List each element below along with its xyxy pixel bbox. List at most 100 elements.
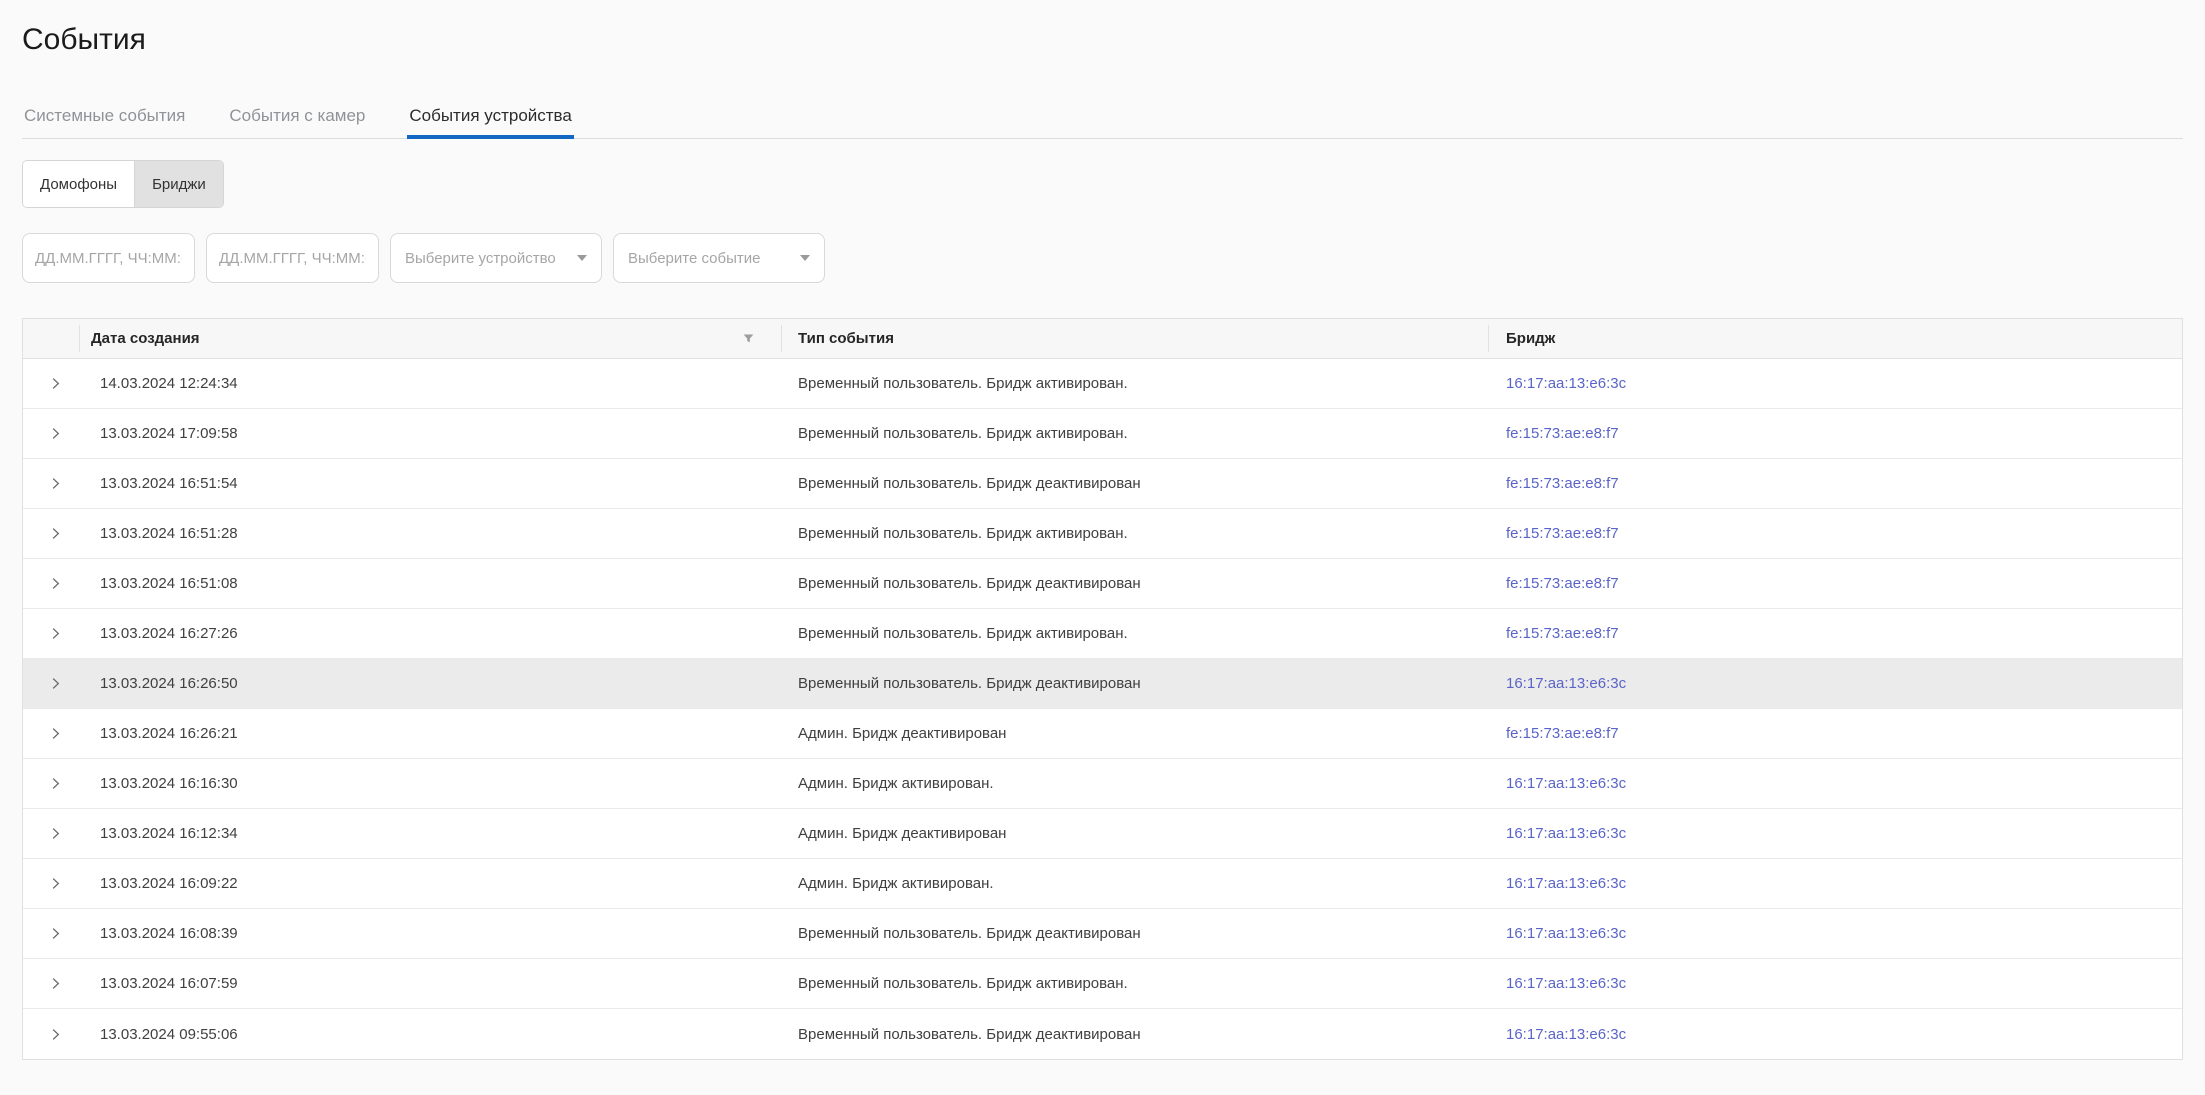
expand-row-button[interactable] — [45, 524, 65, 544]
row-expand-cell — [23, 559, 79, 608]
expand-row-button[interactable] — [45, 1024, 65, 1044]
bridge-link[interactable]: 16:17:aa:13:e6:3c — [1506, 975, 1626, 992]
page-title: События — [22, 22, 2183, 57]
table-row[interactable]: 13.03.2024 16:16:30 Админ. Бридж активир… — [23, 759, 2182, 809]
bridge-link[interactable]: 16:17:aa:13:e6:3c — [1506, 875, 1626, 892]
chevron-right-icon — [48, 576, 63, 591]
bridge-link[interactable]: 16:17:aa:13:e6:3c — [1506, 375, 1626, 392]
tab-device-events[interactable]: События устройства — [407, 106, 573, 138]
chevron-right-icon — [48, 476, 63, 491]
row-event-type: Временный пользователь. Бридж деактивиро… — [781, 459, 1488, 508]
bridge-link[interactable]: 16:17:aa:13:e6:3c — [1506, 675, 1626, 692]
expand-row-button[interactable] — [45, 774, 65, 794]
row-date: 13.03.2024 16:08:39 — [79, 909, 781, 958]
table-row[interactable]: 13.03.2024 16:27:26 Временный пользовате… — [23, 609, 2182, 659]
header-bridge-label: Бридж — [1506, 330, 1555, 347]
date-from-input[interactable] — [22, 233, 195, 283]
row-event-type: Временный пользователь. Бридж активирова… — [781, 359, 1488, 408]
row-date: 13.03.2024 16:12:34 — [79, 809, 781, 858]
bridge-link[interactable]: fe:15:73:ae:e8:f7 — [1506, 625, 1619, 642]
tab-camera-events[interactable]: События с камер — [227, 106, 367, 138]
row-event-type: Временный пользователь. Бридж деактивиро… — [781, 1009, 1488, 1059]
expand-row-button[interactable] — [45, 374, 65, 394]
row-expand-cell — [23, 809, 79, 858]
date-to-input[interactable] — [206, 233, 379, 283]
row-expand-cell — [23, 1009, 79, 1059]
bridge-link[interactable]: 16:17:aa:13:e6:3c — [1506, 825, 1626, 842]
table-row[interactable]: 13.03.2024 16:51:54 Временный пользовате… — [23, 459, 2182, 509]
expand-row-button[interactable] — [45, 574, 65, 594]
row-date: 13.03.2024 16:51:08 — [79, 559, 781, 608]
chevron-right-icon — [48, 726, 63, 741]
row-event-type: Админ. Бридж активирован. — [781, 759, 1488, 808]
tab-system-events[interactable]: Системные события — [22, 106, 187, 138]
expand-row-button[interactable] — [45, 424, 65, 444]
row-date: 13.03.2024 16:26:50 — [79, 659, 781, 708]
expand-row-button[interactable] — [45, 674, 65, 694]
toggle-intercoms-button[interactable]: Домофоны — [23, 161, 134, 207]
row-bridge-cell: 16:17:aa:13:e6:3c — [1488, 759, 2182, 808]
expand-row-button[interactable] — [45, 474, 65, 494]
chevron-right-icon — [48, 626, 63, 641]
expand-row-button[interactable] — [45, 924, 65, 944]
bridge-link[interactable]: 16:17:aa:13:e6:3c — [1506, 925, 1626, 942]
expand-row-button[interactable] — [45, 724, 65, 744]
row-date: 13.03.2024 16:51:28 — [79, 509, 781, 558]
table-row[interactable]: 13.03.2024 16:12:34 Админ. Бридж деактив… — [23, 809, 2182, 859]
table-row[interactable]: 13.03.2024 09:55:06 Временный пользовате… — [23, 1009, 2182, 1059]
row-event-type: Админ. Бридж деактивирован — [781, 709, 1488, 758]
row-bridge-cell: 16:17:aa:13:e6:3c — [1488, 359, 2182, 408]
row-date: 13.03.2024 16:26:21 — [79, 709, 781, 758]
table-row[interactable]: 13.03.2024 16:09:22 Админ. Бридж активир… — [23, 859, 2182, 909]
expand-row-button[interactable] — [45, 874, 65, 894]
chevron-right-icon — [48, 926, 63, 941]
row-bridge-cell: fe:15:73:ae:e8:f7 — [1488, 409, 2182, 458]
table-row[interactable]: 14.03.2024 12:24:34 Временный пользовате… — [23, 359, 2182, 409]
row-date: 13.03.2024 17:09:58 — [79, 409, 781, 458]
row-bridge-cell: fe:15:73:ae:e8:f7 — [1488, 459, 2182, 508]
device-select[interactable]: Выберите устройство — [390, 233, 602, 283]
bridge-link[interactable]: fe:15:73:ae:e8:f7 — [1506, 475, 1619, 492]
chevron-right-icon — [48, 976, 63, 991]
bridge-link[interactable]: fe:15:73:ae:e8:f7 — [1506, 425, 1619, 442]
bridge-link[interactable]: fe:15:73:ae:e8:f7 — [1506, 525, 1619, 542]
row-event-type: Временный пользователь. Бридж активирова… — [781, 509, 1488, 558]
expand-row-button[interactable] — [45, 624, 65, 644]
row-event-type: Временный пользователь. Бридж активирова… — [781, 409, 1488, 458]
expand-row-button[interactable] — [45, 824, 65, 844]
row-expand-cell — [23, 709, 79, 758]
chevron-right-icon — [48, 826, 63, 841]
row-date: 13.03.2024 16:27:26 — [79, 609, 781, 658]
device-type-toggle: Домофоны Бриджи — [22, 160, 224, 208]
bridge-link[interactable]: 16:17:aa:13:e6:3c — [1506, 775, 1626, 792]
row-bridge-cell: 16:17:aa:13:e6:3c — [1488, 909, 2182, 958]
chevron-right-icon — [48, 676, 63, 691]
bridge-link[interactable]: fe:15:73:ae:e8:f7 — [1506, 725, 1619, 742]
table-row[interactable]: 13.03.2024 16:51:08 Временный пользовате… — [23, 559, 2182, 609]
event-select-placeholder: Выберите событие — [628, 250, 760, 267]
expand-row-button[interactable] — [45, 974, 65, 994]
row-event-type: Временный пользователь. Бридж активирова… — [781, 959, 1488, 1008]
header-bridge-column: Бридж — [1488, 319, 2182, 358]
table-row[interactable]: 13.03.2024 16:08:39 Временный пользовате… — [23, 909, 2182, 959]
event-select[interactable]: Выберите событие — [613, 233, 825, 283]
row-bridge-cell: 16:17:aa:13:e6:3c — [1488, 859, 2182, 908]
row-bridge-cell: fe:15:73:ae:e8:f7 — [1488, 559, 2182, 608]
chevron-right-icon — [48, 426, 63, 441]
filter-funnel-icon — [742, 332, 755, 345]
row-date: 13.03.2024 16:16:30 — [79, 759, 781, 808]
toggle-bridges-button[interactable]: Бриджи — [134, 161, 223, 207]
table-row[interactable]: 13.03.2024 16:07:59 Временный пользовате… — [23, 959, 2182, 1009]
row-expand-cell — [23, 359, 79, 408]
row-event-type: Временный пользователь. Бридж деактивиро… — [781, 909, 1488, 958]
bridge-link[interactable]: 16:17:aa:13:e6:3c — [1506, 1026, 1626, 1043]
header-date-label: Дата создания — [91, 330, 200, 347]
table-row[interactable]: 13.03.2024 16:51:28 Временный пользовате… — [23, 509, 2182, 559]
row-bridge-cell: 16:17:aa:13:e6:3c — [1488, 809, 2182, 858]
row-expand-cell — [23, 609, 79, 658]
table-row[interactable]: 13.03.2024 17:09:58 Временный пользовате… — [23, 409, 2182, 459]
table-row[interactable]: 13.03.2024 16:26:50 Временный пользовате… — [23, 659, 2182, 709]
bridge-link[interactable]: fe:15:73:ae:e8:f7 — [1506, 575, 1619, 592]
table-row[interactable]: 13.03.2024 16:26:21 Админ. Бридж деактив… — [23, 709, 2182, 759]
column-filter-button[interactable] — [741, 331, 756, 346]
